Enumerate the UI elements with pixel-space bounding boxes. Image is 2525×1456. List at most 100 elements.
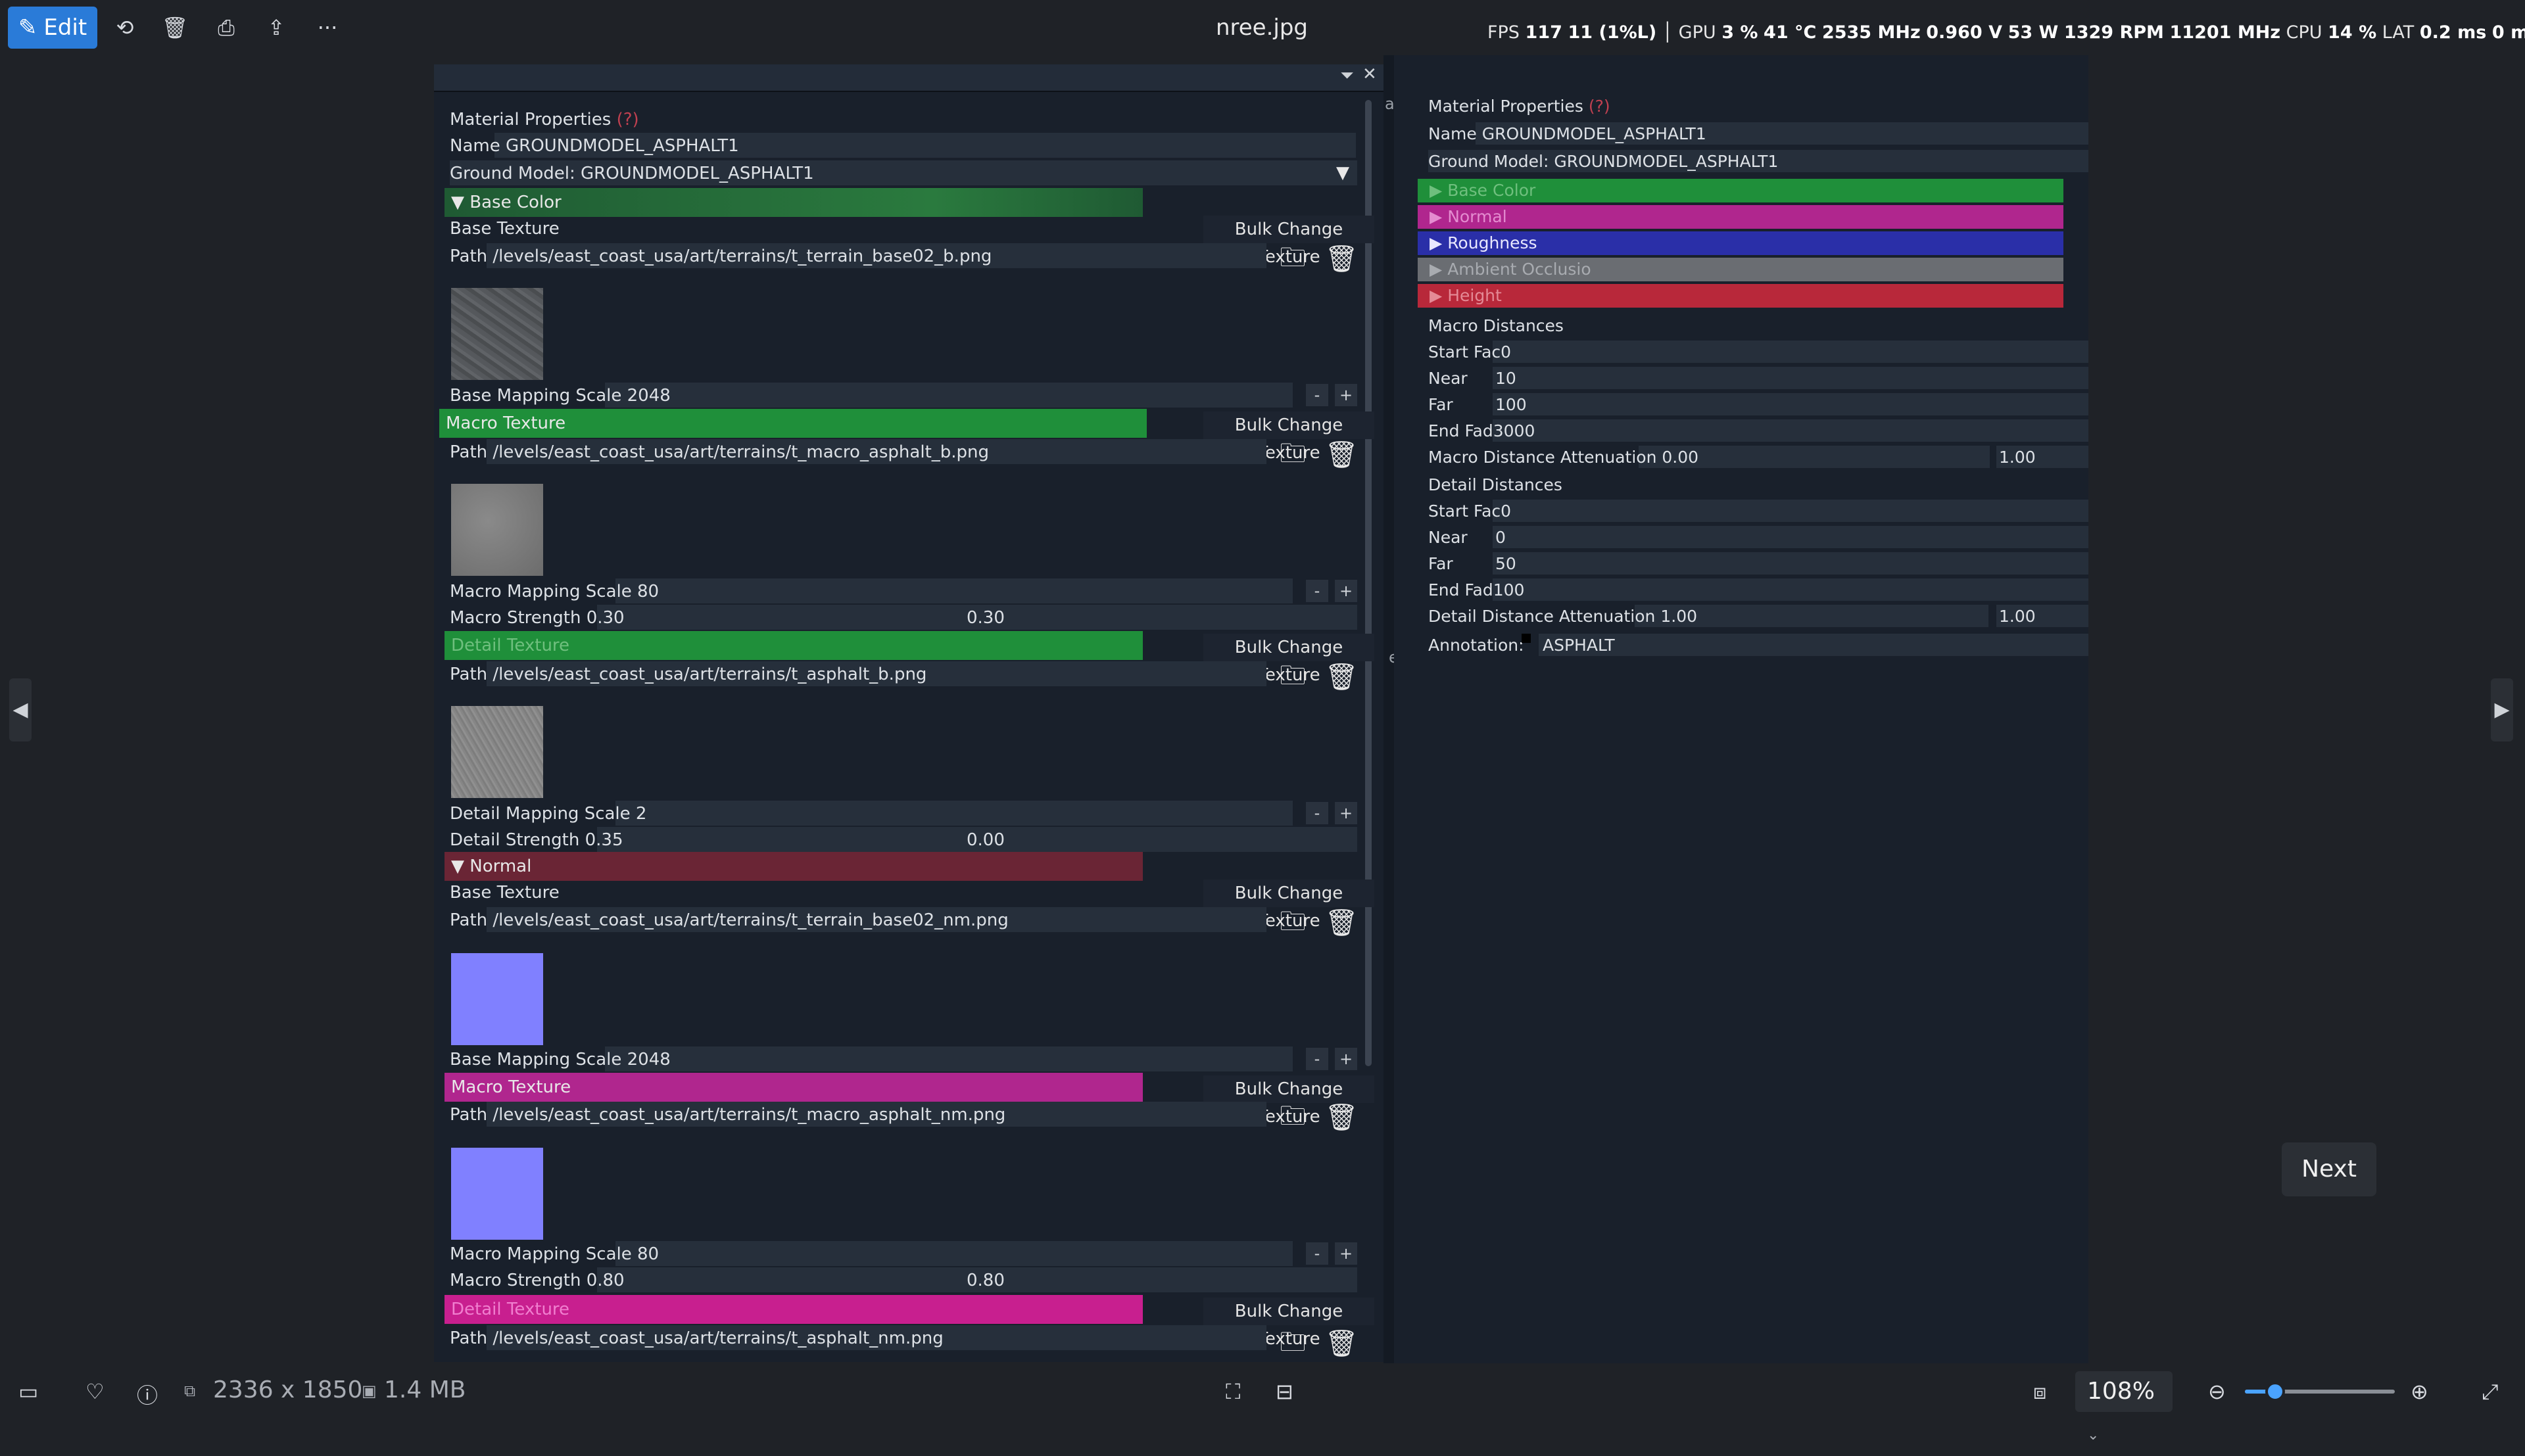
- help-link[interactable]: (?): [1589, 97, 1610, 116]
- far-field[interactable]: [1493, 552, 2088, 575]
- increment-button[interactable]: +: [1335, 1242, 1357, 1265]
- favorite-icon[interactable]: ♡: [85, 1379, 105, 1404]
- section-header-normal[interactable]: ▶ Normal: [1418, 205, 2063, 229]
- zoom-level-dropdown[interactable]: 108% ⌄: [2075, 1371, 2173, 1444]
- panel-header: ⏷ ✕: [434, 64, 1383, 92]
- detail-distances-title: Detail Distances: [1428, 475, 1562, 494]
- increment-button[interactable]: +: [1335, 580, 1357, 602]
- annotation-value: ASPHALT: [1543, 636, 1615, 655]
- section-header-base-color[interactable]: ▶ Base Color: [1418, 179, 2063, 202]
- delete-icon[interactable]: 🗑: [160, 13, 189, 42]
- zoom-out-icon[interactable]: ⊖: [2208, 1379, 2226, 1404]
- fullscreen-icon[interactable]: ⤢: [2482, 1379, 2499, 1405]
- detail-near-value: 0: [1495, 528, 1506, 547]
- scale-field[interactable]: [615, 1241, 1293, 1266]
- near-field[interactable]: [1493, 526, 2088, 548]
- macro-attenuation-row: Macro Distance Attenuation 0.00: [1428, 448, 1699, 467]
- share-icon[interactable]: ⇪: [262, 13, 291, 42]
- next-button[interactable]: Next: [2282, 1142, 2376, 1196]
- text-scan-icon[interactable]: ⊟: [1276, 1379, 1293, 1404]
- performance-overlay: FPS 117 11 (1%L) │ GPU 3 % 41 °C 2535 MH…: [1487, 22, 2525, 43]
- section-header-ambient-occlusion[interactable]: ▶ Ambient Occlusio: [1418, 258, 2063, 281]
- decrement-button[interactable]: -: [1306, 1242, 1328, 1265]
- scale-field[interactable]: [615, 578, 1293, 603]
- file-size: 1.4 MB: [384, 1376, 466, 1403]
- texture-thumbnail: [451, 1148, 543, 1240]
- near-field[interactable]: [1493, 367, 2088, 389]
- path-row: Path /levels/east_coast_usa/art/terrains…: [450, 910, 1009, 930]
- section-header-base-color[interactable]: ▼ Base Color: [445, 188, 1143, 217]
- folder-icon[interactable]: 🗀: [1274, 903, 1311, 940]
- folder-icon[interactable]: 🗀: [1274, 239, 1311, 276]
- scale-field[interactable]: [615, 801, 1293, 826]
- increment-button[interactable]: +: [1335, 1048, 1357, 1070]
- previous-image-button[interactable]: ◀: [9, 678, 32, 741]
- actual-size-icon[interactable]: ⧈: [2033, 1379, 2046, 1405]
- path-row: Path /levels/east_coast_usa/art/terrains…: [450, 665, 927, 684]
- decrement-button[interactable]: -: [1306, 802, 1328, 824]
- end-fade-field[interactable]: [1493, 578, 2088, 601]
- file-size-icon: ▣: [362, 1382, 377, 1400]
- print-icon[interactable]: ⎙: [212, 13, 241, 42]
- decrement-button[interactable]: -: [1306, 384, 1328, 406]
- section-header-macro-texture[interactable]: Macro Texture: [439, 409, 1147, 438]
- section-header-normal[interactable]: ▼ Normal: [445, 852, 1143, 881]
- detail-attenuation-row: Detail Distance Attenuation 1.00: [1428, 607, 1698, 626]
- info-icon[interactable]: ⓘ: [137, 1379, 158, 1409]
- trash-icon[interactable]: 🗑: [1323, 1099, 1360, 1136]
- macro-near-value: 10: [1495, 369, 1516, 388]
- macro-near-row: Near: [1428, 369, 1468, 388]
- decrement-button[interactable]: -: [1306, 580, 1328, 602]
- edit-icon: ✎: [18, 14, 37, 41]
- trash-icon[interactable]: 🗑: [1323, 436, 1360, 473]
- ground-model-row: Ground Model: GROUNDMODEL_ASPHALT1: [450, 164, 814, 183]
- texture-thumbnail: [451, 288, 543, 380]
- annotation-field[interactable]: [1539, 634, 2088, 656]
- panel-title: Material Properties (?): [1428, 97, 1610, 116]
- far-field[interactable]: [1493, 393, 2088, 415]
- scale-field[interactable]: [605, 1046, 1293, 1071]
- material-properties-panel-left: ⏷ ✕ Material Properties (?) Name GROUNDM…: [434, 64, 1383, 1362]
- section-header-height[interactable]: ▶ Height: [1418, 284, 2063, 308]
- material-properties-panel-right: Material Properties (?) Name GROUNDMODEL…: [1394, 55, 2088, 1363]
- trash-icon[interactable]: 🗑: [1323, 241, 1360, 277]
- close-icon[interactable]: ✕: [1362, 64, 1377, 84]
- name-row: Name GROUNDMODEL_ASPHALT1: [450, 136, 739, 156]
- section-header-macro-texture[interactable]: Macro Texture: [445, 1073, 1143, 1102]
- rotate-icon[interactable]: ⟲: [110, 13, 139, 42]
- section-header-detail-texture[interactable]: Detail Texture: [445, 631, 1143, 660]
- zoom-slider-thumb[interactable]: [2265, 1382, 2285, 1401]
- trash-icon[interactable]: 🗑: [1323, 659, 1360, 695]
- folder-icon[interactable]: 🗀: [1274, 1324, 1311, 1361]
- start-fade-field[interactable]: [1493, 341, 2088, 363]
- chevron-down-icon: ⌄: [2087, 1427, 2100, 1444]
- more-icon[interactable]: ···: [313, 13, 342, 42]
- collapse-icon[interactable]: ⏷: [1340, 66, 1354, 86]
- zoom-in-icon[interactable]: ⊕: [2411, 1379, 2428, 1404]
- dropdown-arrow-icon[interactable]: ▼: [1336, 163, 1349, 183]
- scale-field[interactable]: [605, 383, 1293, 408]
- folder-icon[interactable]: 🗀: [1274, 657, 1311, 694]
- dimensions-icon: ⧉: [184, 1382, 196, 1400]
- trash-icon[interactable]: 🗑: [1323, 904, 1360, 941]
- filmstrip-icon[interactable]: ▭: [18, 1379, 38, 1404]
- visual-search-icon[interactable]: ⛶: [1226, 1379, 1240, 1405]
- section-header-detail-texture[interactable]: Detail Texture: [445, 1295, 1143, 1324]
- folder-icon[interactable]: 🗀: [1274, 1098, 1311, 1135]
- edit-button[interactable]: ✎ Edit: [8, 7, 97, 49]
- next-image-arrow-button[interactable]: ▶: [2491, 678, 2513, 741]
- name-row: Name GROUNDMODEL_ASPHALT1: [1428, 124, 1706, 143]
- start-fade-field[interactable]: [1493, 500, 2088, 522]
- annotation-color-swatch[interactable]: [1522, 634, 1531, 643]
- bulk-change-texture-button[interactable]: Bulk Change Texture: [1203, 1298, 1374, 1349]
- scrollbar[interactable]: [1365, 100, 1372, 1066]
- end-fade-field[interactable]: [1493, 419, 2088, 442]
- increment-button[interactable]: +: [1335, 384, 1357, 406]
- section-header-roughness[interactable]: ▶ Roughness: [1418, 231, 2063, 255]
- decrement-button[interactable]: -: [1306, 1048, 1328, 1070]
- help-link[interactable]: (?): [617, 110, 639, 129]
- trash-icon[interactable]: 🗑: [1323, 1325, 1360, 1362]
- folder-icon[interactable]: 🗀: [1274, 435, 1311, 472]
- increment-button[interactable]: +: [1335, 802, 1357, 824]
- macro-far-row: Far: [1428, 395, 1453, 414]
